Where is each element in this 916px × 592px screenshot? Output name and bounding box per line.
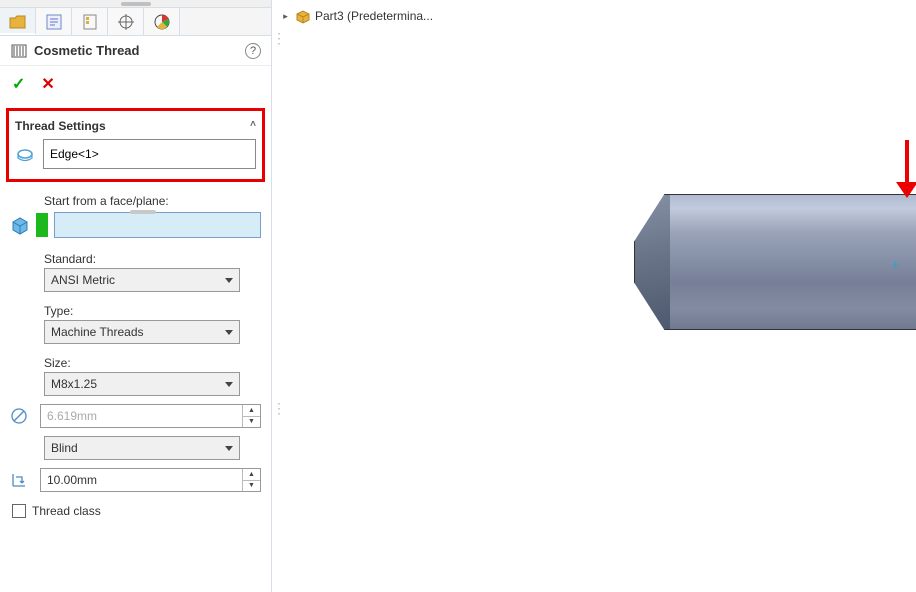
tab-property-manager[interactable] [36,8,72,35]
diameter-spinner[interactable]: ▲▼ [242,405,260,427]
tab-display-manager[interactable] [144,8,180,35]
ok-button[interactable]: ✓ [12,74,25,94]
tab-feature-manager[interactable] [0,8,36,35]
type-value: Machine Threads [51,325,144,339]
type-select[interactable]: Machine Threads [44,320,240,344]
selection-active-marker [36,213,48,237]
breadcrumb[interactable]: ▸ Part3 (Predetermina... [280,8,433,24]
shaft-chamfer [634,194,672,330]
thread-class-row: Thread class [0,496,271,526]
diameter-input[interactable]: ▲▼ [40,404,261,428]
cosmetic-thread-icon [10,42,28,60]
end-condition-value: Blind [51,441,78,455]
edge-input[interactable] [43,139,256,169]
chevron-up-icon: ˄ [250,119,256,133]
face-icon [10,215,30,235]
config-icon [81,13,99,31]
diameter-value[interactable] [41,405,242,427]
splitter-handle-mid[interactable]: ⋮ [272,400,286,417]
panel-title: Cosmetic Thread [34,43,239,58]
drag-handle[interactable] [128,210,158,216]
depth-input[interactable]: ▲▼ [40,468,261,492]
thread-class-label: Thread class [32,504,101,518]
start-from-label: Start from a face/plane: [0,188,271,212]
depth-spinner[interactable]: ▲▼ [242,469,260,491]
origin-marker: + [892,258,899,272]
section-title: Thread Settings [15,119,106,133]
crosshair-icon [117,13,135,31]
appearance-icon [153,13,171,31]
property-panel: Cosmetic Thread ? ✓ ✕ Thread Settings ˄ … [0,0,272,592]
end-condition-select[interactable]: Blind [44,436,240,460]
thread-class-checkbox[interactable] [12,504,26,518]
thread-settings-section: Thread Settings ˄ [6,108,265,182]
splitter-handle-top[interactable]: ⋮ [272,30,286,47]
depth-value[interactable] [41,469,242,491]
annotation-arrow [894,140,916,196]
standard-label: Standard: [0,244,271,268]
panel-title-row: Cosmetic Thread ? [0,36,271,66]
edge-selection-row [15,139,256,169]
standard-select[interactable]: ANSI Metric [44,268,240,292]
depth-icon [10,471,28,489]
help-icon[interactable]: ? [245,43,261,59]
tab-dimxpert[interactable] [108,8,144,35]
start-from-row [0,212,271,244]
type-label: Type: [0,296,271,320]
property-icon [45,13,63,31]
graphics-viewport[interactable]: ▸ Part3 (Predetermina... + [272,0,916,592]
part-icon [295,8,311,24]
size-value: M8x1.25 [51,377,97,391]
section-header[interactable]: Thread Settings ˄ [15,117,256,139]
shaft-body [670,194,916,330]
panel-collapse-handle[interactable] [0,0,271,8]
standard-value: ANSI Metric [51,273,115,287]
circular-edge-icon [15,144,35,164]
panel-tab-bar [0,8,271,36]
confirm-cancel-row: ✓ ✕ [0,66,271,102]
size-select[interactable]: M8x1.25 [44,372,240,396]
depth-row: ▲▼ [0,464,271,496]
diameter-row: ▲▼ [0,400,271,432]
folder-icon [9,12,27,30]
cancel-button[interactable]: ✕ [41,74,54,94]
tab-config-manager[interactable] [72,8,108,35]
size-label: Size: [0,348,271,372]
model-shaft [634,194,916,330]
breadcrumb-collapse-icon[interactable]: ▸ [280,11,291,22]
diameter-icon [10,407,28,425]
breadcrumb-label: Part3 (Predetermina... [315,9,433,23]
